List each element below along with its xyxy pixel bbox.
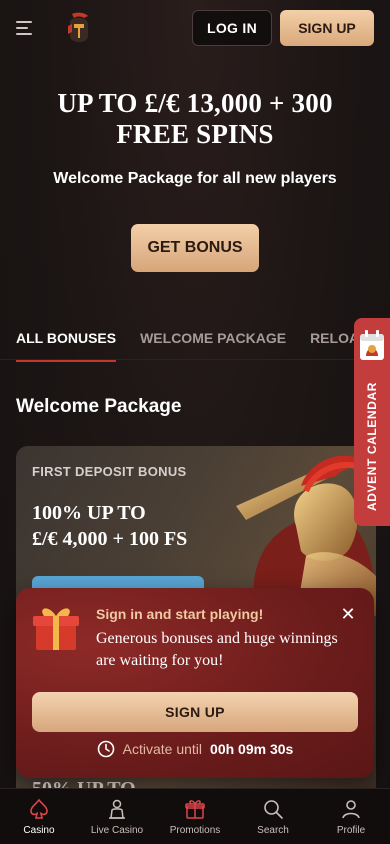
nav-live-casino[interactable]: Live Casino <box>78 789 156 844</box>
hero-subtitle: Welcome Package for all new players <box>53 170 337 187</box>
activation-timer: Activate until 00h 09m 30s <box>16 740 374 758</box>
tab-welcome-package[interactable]: WELCOME PACKAGE <box>140 318 286 360</box>
hero-title: UP TO £/€ 13,000 + 300 FREE SPINS <box>0 88 390 150</box>
close-icon[interactable]: ✕ <box>340 605 356 623</box>
page: LOG IN SIGN UP UP TO £/€ 13,000 + 300 FR… <box>0 0 390 844</box>
spade-icon <box>30 798 48 819</box>
tabs-divider <box>0 359 390 360</box>
signup-button[interactable]: SIGN UP <box>280 10 374 46</box>
nav-label: Search <box>257 824 289 836</box>
bottom-nav: Casino Live Casino Promotions Search Pro… <box>0 788 390 844</box>
section-title: Welcome Package <box>16 396 182 417</box>
tab-all-bonuses[interactable]: ALL BONUSES <box>16 318 117 362</box>
timer-label: Activate until <box>122 741 203 757</box>
card-title-line2: £/€ 4,000 + 100 FS <box>32 528 188 550</box>
nav-label: Live Casino <box>90 824 144 836</box>
timer-value: 00h 09m 30s <box>210 741 294 757</box>
popup-title: Sign in and start playing! <box>96 606 264 622</box>
get-bonus-button[interactable]: GET BONUS <box>131 224 259 272</box>
dealer-icon <box>109 799 125 819</box>
search-icon <box>264 799 283 819</box>
clock-icon <box>97 740 114 758</box>
header: LOG IN SIGN UP <box>0 0 390 56</box>
spartan-logo-icon[interactable] <box>66 12 92 44</box>
menu-icon[interactable] <box>16 11 50 45</box>
hero-title-line2: FREE SPINS <box>116 119 274 149</box>
hero-title-line1: UP TO £/€ 13,000 + 300 <box>57 88 333 118</box>
calendar-icon <box>360 330 384 360</box>
advent-calendar-label: ADVENT CALENDAR <box>365 382 379 512</box>
bonus-tabs: ALL BONUSES WELCOME PACKAGE RELOAD B <box>16 318 390 362</box>
card-title: 100% UP TO £/€ 4,000 + 100 FS <box>32 500 187 552</box>
popup-signup-button[interactable]: SIGN UP <box>32 692 358 732</box>
nav-profile[interactable]: Profile <box>312 789 390 844</box>
nav-promotions[interactable]: Promotions <box>156 789 234 844</box>
card-label: FIRST DEPOSIT BONUS <box>32 464 187 479</box>
nav-label: Profile <box>336 824 366 836</box>
advent-calendar-tab[interactable]: ADVENT CALENDAR <box>354 318 390 526</box>
popup-body: Generous bonuses and huge winnings are w… <box>96 630 338 669</box>
signin-popup: Sign in and start playing! ✕ Generous bo… <box>16 588 374 778</box>
nav-label: Casino <box>23 824 55 836</box>
nav-label: Promotions <box>169 824 221 836</box>
gift-box-icon <box>33 608 79 650</box>
nav-search[interactable]: Search <box>234 789 312 844</box>
nav-casino[interactable]: Casino <box>0 789 78 844</box>
login-button[interactable]: LOG IN <box>192 10 272 46</box>
user-icon <box>342 799 360 818</box>
card-title-line1: 100% UP TO <box>32 502 146 524</box>
gift-icon <box>185 799 205 819</box>
